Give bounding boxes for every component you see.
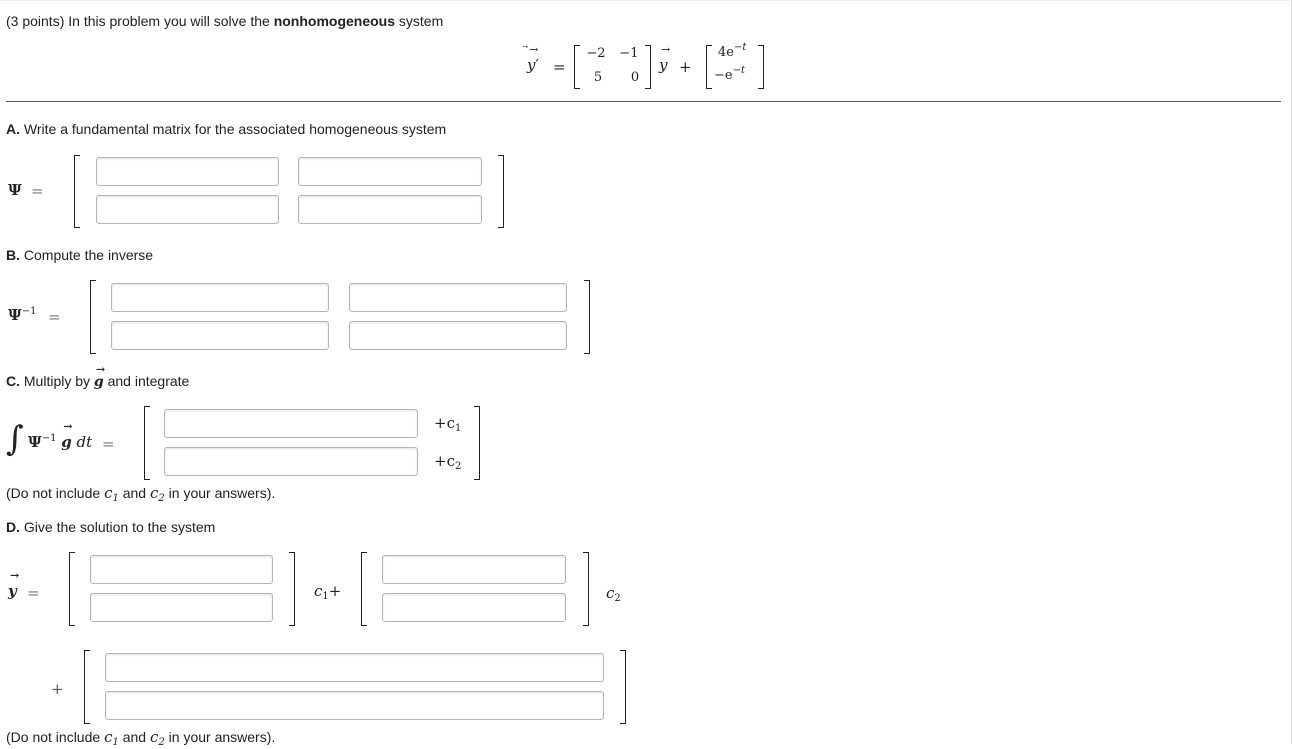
psi-21-input[interactable] [96,195,279,224]
note-exclude-constants-1: (Do not include c1 and c2 in your answer… [6,484,276,504]
part-a-heading: A. Write a fundamental matrix for the as… [6,121,447,137]
particular-row2-input[interactable] [105,691,604,720]
psi-symbol: Ψ [8,181,22,199]
solution-y-vector: → y [8,569,20,600]
matrix-a21: 5 [593,70,603,85]
psi-11-input[interactable] [96,157,279,186]
part-d-vec1-right-bracket [289,552,295,626]
part-d-vec2-right-bracket [583,552,589,626]
matrix-a22: 0 [630,70,640,85]
system-plus: + [679,58,692,76]
part-c-equals: = [102,435,115,453]
solution-vec2-row1-input[interactable] [382,555,566,584]
psi-inv-12-input[interactable] [349,283,567,312]
psi-inverse-symbol: Ψ−1 [8,306,37,324]
solution-vec1-row1-input[interactable] [90,555,273,584]
matrix-left-bracket [574,45,580,89]
integral-row2-input[interactable] [164,447,418,476]
part-c-heading: C. Multiply by → g and integrate [6,363,190,390]
part-d-vec1-left-bracket [69,552,75,626]
particular-row1-input[interactable] [105,653,604,682]
system-equals: = [553,58,566,76]
c2-label: c2 [606,584,621,604]
note-exclude-constants-2: (Do not include c1 and c2 in your answer… [6,728,276,748]
intro-text: In this problem you will solve the [68,13,270,29]
part-a-left-bracket [74,155,80,228]
psi-22-input[interactable] [298,195,482,224]
g-right-bracket [758,45,764,89]
problem-statement: (3 points) In this problem you will solv… [6,12,443,30]
part-b-right-bracket [584,280,590,354]
system-y-vector: → y [659,43,671,74]
matrix-right-bracket [645,45,651,89]
intro-tail: system [398,13,444,29]
part-c-left-bracket [144,406,150,480]
part-a-equals: = [31,182,44,200]
part-d-heading: D. Give the solution to the system [6,519,216,535]
part-b-equals: = [48,308,61,326]
system-lhs: ⃗→y′ [527,43,539,74]
part-b-heading: B. Compute the inverse [6,247,154,263]
integral-row1-input[interactable] [164,409,418,438]
integrand: Ψ−1 → g dt [28,420,93,451]
g-left-bracket [706,45,712,89]
keyword-text: nonhomogeneous [273,13,396,29]
plus-c2-label: +c2 [434,452,462,472]
plus-c1-label: +c1 [434,414,462,434]
integral-sign: ∫ [6,419,24,459]
part-d-equals: = [27,584,40,602]
psi-12-input[interactable] [298,157,482,186]
g-entry-1: 4e−t [718,42,747,60]
section-divider [6,101,1281,102]
psi-inv-21-input[interactable] [111,321,329,350]
g-entry-2: −e−t [714,65,745,83]
problem-frame [0,0,1292,744]
particular-right-bracket [620,650,626,724]
psi-inv-11-input[interactable] [111,283,329,312]
matrix-a11: −2 [586,46,606,61]
part-c-right-bracket [474,406,480,480]
c1-plus-label: c1+ [314,582,342,602]
points-label: (3 points) [6,13,65,29]
part-a-right-bracket [498,155,504,228]
matrix-a12: −1 [619,46,639,61]
solution-vec1-row2-input[interactable] [90,593,273,622]
part-b-left-bracket [90,280,96,354]
part-d-vec2-left-bracket [361,552,367,626]
solution-vec2-row2-input[interactable] [382,593,566,622]
psi-inv-22-input[interactable] [349,321,567,350]
particular-plus-sign: + [51,680,64,698]
particular-left-bracket [84,650,90,724]
